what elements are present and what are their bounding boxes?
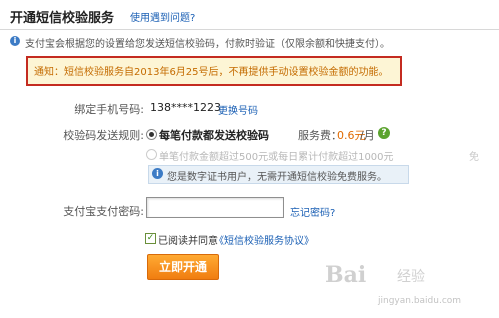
question-icon[interactable]: ? bbox=[378, 127, 390, 139]
option-threshold-label[interactable]: 单笔付款金额超过500元或每日累计付款超过1000元 bbox=[159, 148, 394, 163]
info-icon: i bbox=[152, 168, 163, 179]
notice-text: 通知：短信校验服务自2013年6月25号后，不再提供手动设置校验金额的功能。 bbox=[34, 67, 389, 78]
option-every-payment-label[interactable]: 每笔付款都发送校验码 bbox=[159, 127, 269, 143]
fee-label: 服务费： bbox=[298, 129, 342, 142]
page-title: 开通短信校验服务 bbox=[10, 11, 115, 26]
phone-value: 138****1223 bbox=[150, 101, 221, 114]
submit-button[interactable]: 立即开通 bbox=[147, 254, 219, 280]
rule-label: 校验码发送规则: bbox=[63, 129, 144, 142]
change-phone-link[interactable]: 更换号码 bbox=[218, 102, 258, 117]
cert-notice-text: 您是数字证书用户，无需开通短信校验免费服务。 bbox=[167, 172, 387, 183]
agree-checkbox[interactable]: ✓ bbox=[145, 233, 156, 244]
password-input[interactable] bbox=[146, 197, 284, 218]
watermark-sub: 经验 bbox=[397, 269, 425, 285]
agree-text: 已阅读并同意 bbox=[158, 236, 218, 247]
option-threshold-extra: 免 bbox=[469, 152, 479, 163]
watermark-url: jingyan.baidu.com bbox=[378, 296, 462, 306]
option-threshold-radio[interactable] bbox=[146, 149, 157, 160]
info-description: 支付宝会根据您的设置给您发送短信校验码，付款时验证（仅限余额和快捷支付）。 bbox=[25, 39, 390, 50]
watermark-logo: Bai bbox=[325, 262, 367, 288]
password-label: 支付宝支付密码: bbox=[63, 205, 144, 218]
forgot-password-link[interactable]: 忘记密码? bbox=[290, 204, 335, 219]
header-divider bbox=[0, 29, 499, 30]
phone-label: 绑定手机号码: bbox=[74, 103, 144, 116]
option-every-payment-radio[interactable] bbox=[146, 129, 157, 140]
info-icon: i bbox=[10, 36, 20, 46]
agreement-link[interactable]: 《短信校验服务协议》 bbox=[214, 232, 314, 247]
fee-unit: /月 bbox=[360, 129, 375, 142]
help-link[interactable]: 使用遇到问题? bbox=[130, 9, 195, 24]
